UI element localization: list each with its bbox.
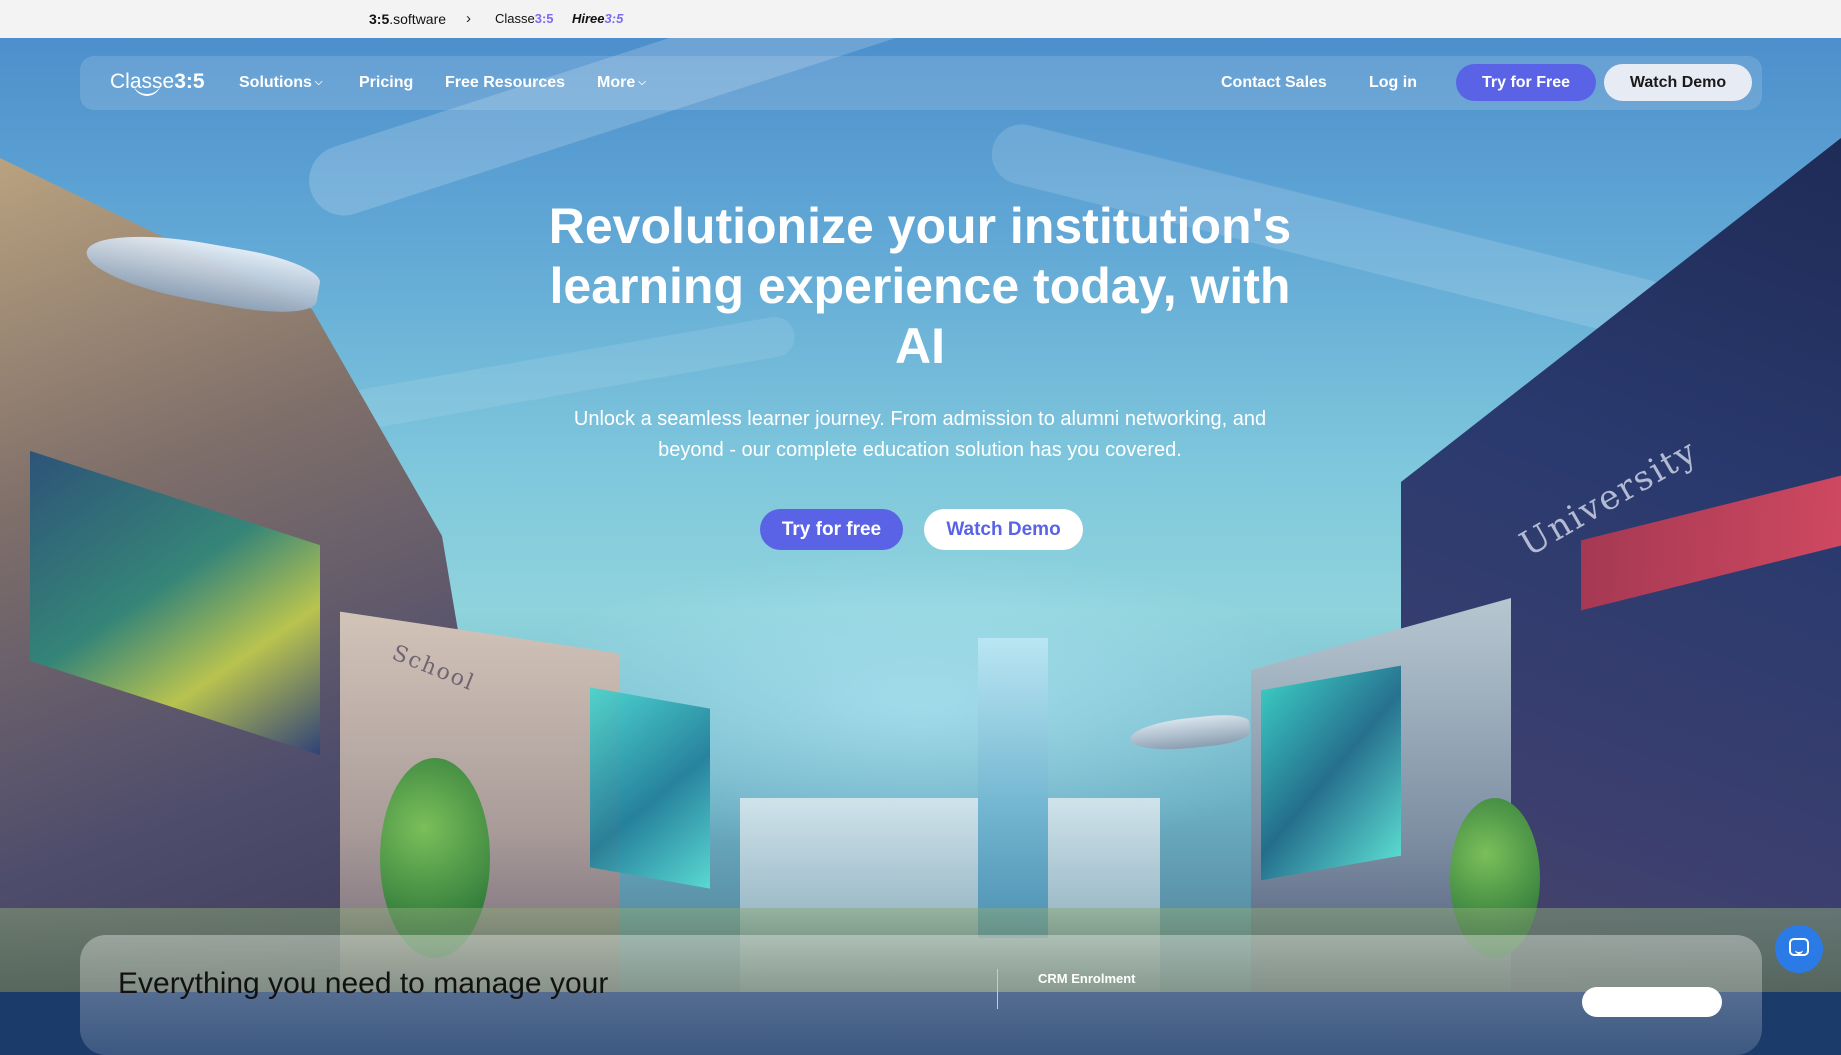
hero-watch-demo-button[interactable]: Watch Demo	[924, 509, 1083, 550]
try-for-free-button[interactable]: Try for Free	[1456, 64, 1596, 101]
illustration-spaceship	[1128, 711, 1252, 755]
nav-more[interactable]: More ⌵	[597, 74, 646, 92]
chat-launcher-button[interactable]	[1775, 925, 1823, 973]
brand-hiree-link[interactable]: Hiree3:5	[572, 11, 623, 26]
hero-title: Revolutionize your institution's learnin…	[548, 198, 1292, 374]
hero-subtitle: Unlock a seamless learner journey. From …	[573, 408, 1267, 461]
product-switcher-bar: 3:5.software › Classe3:5 Hiree3:5	[0, 0, 1841, 39]
nav-log-in[interactable]: Log in	[1369, 74, 1417, 92]
chevron-down-icon: ⌵	[638, 77, 646, 88]
chevron-down-icon: ⌵	[314, 77, 323, 88]
nav-solutions[interactable]: Solutions ⌵	[239, 74, 322, 92]
watch-demo-button[interactable]: Watch Demo	[1604, 64, 1752, 101]
breadcrumb-chevron-icon: ›	[466, 10, 471, 27]
brand-35-software-link[interactable]: 3:5.software	[369, 11, 446, 27]
nav-contact-sales[interactable]: Contact Sales	[1221, 74, 1327, 92]
tab-crm-enrolment[interactable]: CRM Enrolment	[1038, 971, 1136, 986]
nav-free-resources[interactable]: Free Resources	[445, 74, 565, 92]
illustration-tower	[978, 638, 1048, 938]
main-nav: Classe3:5 Solutions ⌵ Pricing Free Resour…	[80, 56, 1762, 110]
nav-pricing[interactable]: Pricing	[359, 74, 413, 92]
chat-bubble-icon	[1789, 938, 1809, 956]
illustration-mid-screen	[590, 687, 710, 889]
features-heading: Everything you need to manage your	[118, 967, 609, 1000]
brand-classe-link[interactable]: Classe3:5	[495, 11, 554, 26]
illustration-right-screen	[1261, 665, 1401, 881]
card-divider	[997, 969, 998, 1009]
features-card: Everything you need to manage your CRM E…	[80, 935, 1762, 1055]
hero-try-free-button[interactable]: Try for free	[760, 509, 903, 550]
hero-section: School University	[0, 38, 1841, 992]
